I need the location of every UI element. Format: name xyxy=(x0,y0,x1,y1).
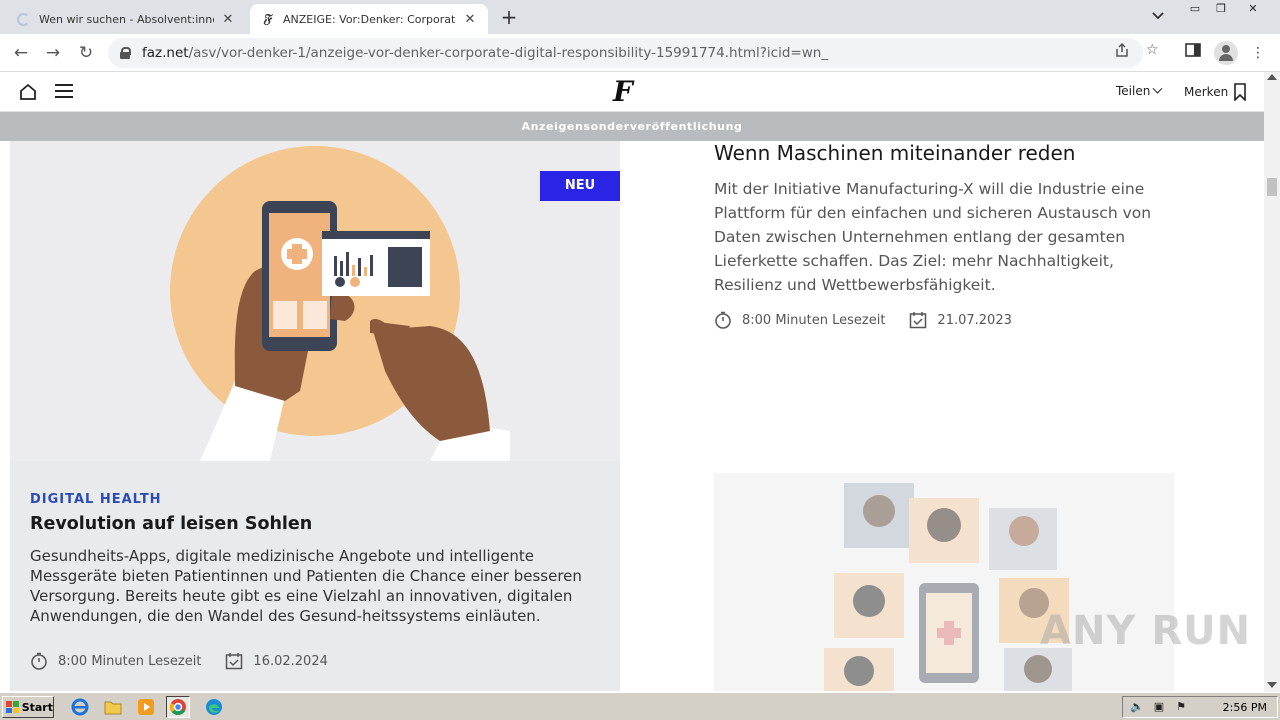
edge-icon[interactable] xyxy=(202,696,226,718)
windows-taskbar: Start 🔈 ▣ ⚑ 2:56 PM xyxy=(0,692,1280,720)
share-page-icon[interactable] xyxy=(1114,42,1130,62)
reload-icon[interactable]: ↻ xyxy=(75,42,97,64)
chrome-icon[interactable] xyxy=(166,696,190,718)
url-text[interactable]: faz.net/asv/vor-denker-1/anzeige-vor-den… xyxy=(142,45,828,61)
notification-flag-icon[interactable]: ⚑ xyxy=(1173,700,1189,714)
stopwatch-icon xyxy=(30,652,48,670)
loading-spinner-icon xyxy=(16,12,30,26)
windows-flag-icon xyxy=(6,701,19,713)
system-tray: 🔈 ▣ ⚑ 2:56 PM xyxy=(1122,696,1278,718)
chevron-down-icon xyxy=(1152,83,1163,94)
start-label: Start xyxy=(21,700,53,714)
minimize-window-icon[interactable]: ▭ xyxy=(1184,2,1206,16)
article-image-phone-illustration[interactable] xyxy=(10,141,620,461)
article-title-manufacturing[interactable]: Wenn Maschinen miteinander reden xyxy=(714,141,1075,165)
new-tab-button[interactable]: + xyxy=(498,6,520,28)
bookmark-star-icon[interactable]: ☆ xyxy=(1146,42,1159,58)
tab-title: ANZEIGE: Vor:Denker: Corporate Digital R… xyxy=(283,12,456,26)
start-button[interactable]: Start xyxy=(2,696,54,718)
browser-tab-strip: Wen wir suchen - Absolvent:innen | Wen w… xyxy=(0,0,1280,34)
media-player-icon[interactable] xyxy=(134,696,158,718)
side-panel-icon[interactable] xyxy=(1182,42,1204,64)
lock-icon[interactable] xyxy=(120,47,131,59)
address-bar[interactable]: faz.net/asv/vor-denker-1/anzeige-vor-den… xyxy=(108,38,1143,68)
network-icon[interactable]: ▣ xyxy=(1151,700,1167,714)
back-arrow-icon[interactable]: ← xyxy=(10,42,32,64)
browser-tab-inactive[interactable]: Wen wir suchen - Absolvent:innen | Wen w… xyxy=(6,4,246,34)
scroll-up-arrow-icon[interactable] xyxy=(1267,74,1277,80)
browser-toolbar: ← → ↻ faz.net/asv/vor-denker-1/anzeige-v… xyxy=(0,34,1280,72)
scrollbar-thumb[interactable] xyxy=(1267,178,1277,196)
article-title[interactable]: Revolution auf leisen Sohlen xyxy=(30,514,312,534)
tab-title: Wen wir suchen - Absolvent:innen | Wen w… xyxy=(39,12,214,26)
scroll-down-arrow-icon[interactable] xyxy=(1267,682,1277,688)
calendar-check-icon xyxy=(909,311,927,329)
close-tab-icon[interactable]: ✕ xyxy=(462,12,478,27)
site-header: F Teilen Merken xyxy=(0,72,1264,112)
article-meta: 8:00 Minuten Lesezeit 21.07.2023 xyxy=(714,311,1012,329)
system-clock[interactable]: 2:56 PM xyxy=(1223,701,1267,714)
hamburger-menu-icon[interactable] xyxy=(55,84,73,100)
speaker-icon[interactable]: 🔈 xyxy=(1129,700,1145,714)
close-tab-icon[interactable]: ✕ xyxy=(220,12,236,27)
stopwatch-icon xyxy=(714,311,732,329)
reading-time: 8:00 Minuten Lesezeit xyxy=(742,312,886,328)
calendar-check-icon xyxy=(225,652,243,670)
bookmark-button[interactable]: Merken xyxy=(1184,83,1246,102)
page-scrollbar[interactable] xyxy=(1264,72,1280,692)
article-card-digital-health[interactable]: NEU DIGITAL HEALTH Revolution auf leisen… xyxy=(10,141,620,691)
share-label: Teilen xyxy=(1116,84,1151,98)
anyrun-watermark: ANY RUN xyxy=(1040,608,1252,654)
home-icon[interactable] xyxy=(18,82,38,102)
restore-window-icon[interactable]: ❐ xyxy=(1210,2,1232,16)
reading-time: 8:00 Minuten Lesezeit xyxy=(58,653,202,669)
article-image-people-tablet[interactable] xyxy=(714,473,1174,691)
forward-arrow-icon[interactable]: → xyxy=(42,42,64,64)
bookmark-icon xyxy=(1234,83,1246,102)
publish-date: 16.02.2024 xyxy=(253,653,328,669)
article-teaser-manufacturing: Mit der Initiative Manufacturing-X will … xyxy=(714,180,1152,294)
tab-search-chevron-icon[interactable] xyxy=(1152,9,1164,23)
article-teaser: Gesundheits-Apps, digitale medizinische … xyxy=(30,547,582,625)
browser-menu-icon[interactable]: ⋮ xyxy=(1247,42,1269,64)
new-badge: NEU xyxy=(540,171,620,201)
internet-explorer-icon[interactable] xyxy=(68,696,92,718)
faz-favicon-icon: 𝔉 xyxy=(262,11,272,27)
bookmark-label: Merken xyxy=(1184,85,1229,99)
file-explorer-icon[interactable] xyxy=(101,696,125,718)
article-kicker: DIGITAL HEALTH xyxy=(30,492,162,507)
share-dropdown[interactable]: Teilen xyxy=(1116,83,1163,98)
publish-date: 21.07.2023 xyxy=(937,312,1012,328)
close-window-icon[interactable]: ✕ xyxy=(1242,2,1264,16)
browser-tab-active[interactable]: 𝔉 ANZEIGE: Vor:Denker: Corporate Digital… xyxy=(250,4,488,34)
ad-banner: Anzeigensonderveröffentlichung xyxy=(0,112,1264,141)
article-meta: 8:00 Minuten Lesezeit 16.02.2024 xyxy=(30,652,328,670)
profile-avatar-icon[interactable] xyxy=(1214,41,1238,65)
faz-logo[interactable]: F xyxy=(613,75,633,108)
